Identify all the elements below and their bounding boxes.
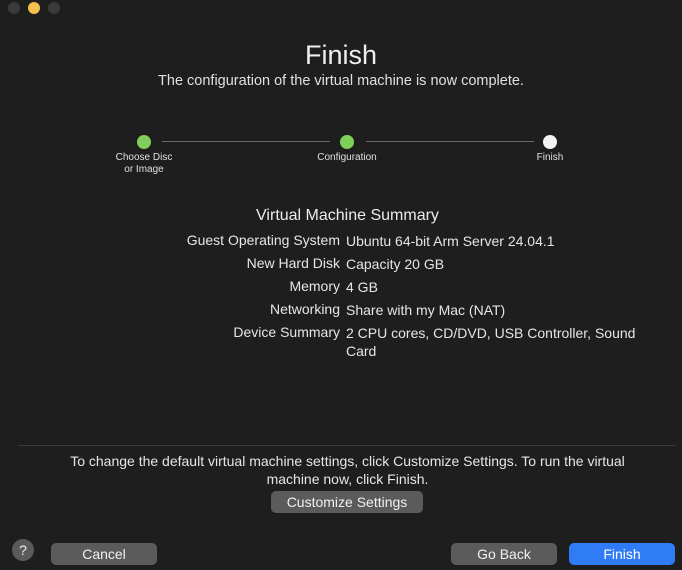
summary-key: Memory: [289, 278, 340, 294]
minimize-light-icon[interactable]: [28, 2, 40, 14]
summary-title: Virtual Machine Summary: [256, 207, 439, 224]
page-title: Finish: [304, 40, 378, 70]
summary-value: 4 GB: [346, 279, 378, 295]
summary-row: Device Summary 2 CPU cores, CD/DVD, USB …: [0, 324, 682, 359]
finish-button[interactable]: Finish: [569, 543, 675, 565]
divider: [18, 445, 676, 446]
step-connector: [162, 141, 330, 142]
window-controls: [8, 2, 60, 14]
summary-key: Networking: [269, 301, 340, 317]
step-connector: [366, 141, 534, 142]
info-text: To change the default virtual machine se…: [70, 453, 625, 487]
summary-key: New Hard Disk: [246, 255, 340, 271]
step-label-finish: Finish: [536, 152, 564, 163]
step-label-configuration: Configuration: [317, 152, 377, 163]
customize-settings-button[interactable]: Customize Settings: [271, 491, 423, 513]
step-dot-finish: [543, 135, 557, 149]
step-indicator: Choose Disc or Image Configuration Finis…: [0, 132, 682, 182]
summary-key: Device Summary: [233, 324, 340, 340]
step-label-choose-disc: Choose Disc or Image: [115, 152, 173, 175]
close-light-icon[interactable]: [8, 2, 20, 14]
go-back-button[interactable]: Go Back: [451, 543, 557, 565]
summary-key: Guest Operating System: [186, 232, 340, 248]
summary-table: Guest Operating System Ubuntu 64-bit Arm…: [0, 232, 682, 359]
summary-row: Guest Operating System Ubuntu 64-bit Arm…: [0, 232, 682, 255]
summary-row: Networking Share with my Mac (NAT): [0, 301, 682, 324]
page-subtitle: The configuration of the virtual machine…: [158, 73, 524, 89]
summary-value: Capacity 20 GB: [346, 256, 445, 272]
summary-value: Share with my Mac (NAT): [346, 302, 506, 318]
question-mark-icon[interactable]: ?: [12, 539, 34, 561]
summary-value: Ubuntu 64-bit Arm Server 24.04.1: [346, 233, 555, 249]
maximize-light-icon[interactable]: [48, 2, 60, 14]
cancel-button[interactable]: Cancel: [51, 543, 157, 565]
summary-row: Memory 4 GB: [0, 278, 682, 301]
summary-value: 2 CPU cores, CD/DVD, USB Controller, Sou…: [346, 325, 636, 359]
step-dot-configuration: [340, 135, 354, 149]
step-dot-choose-disc: [137, 135, 151, 149]
summary-row: New Hard Disk Capacity 20 GB: [0, 255, 682, 278]
